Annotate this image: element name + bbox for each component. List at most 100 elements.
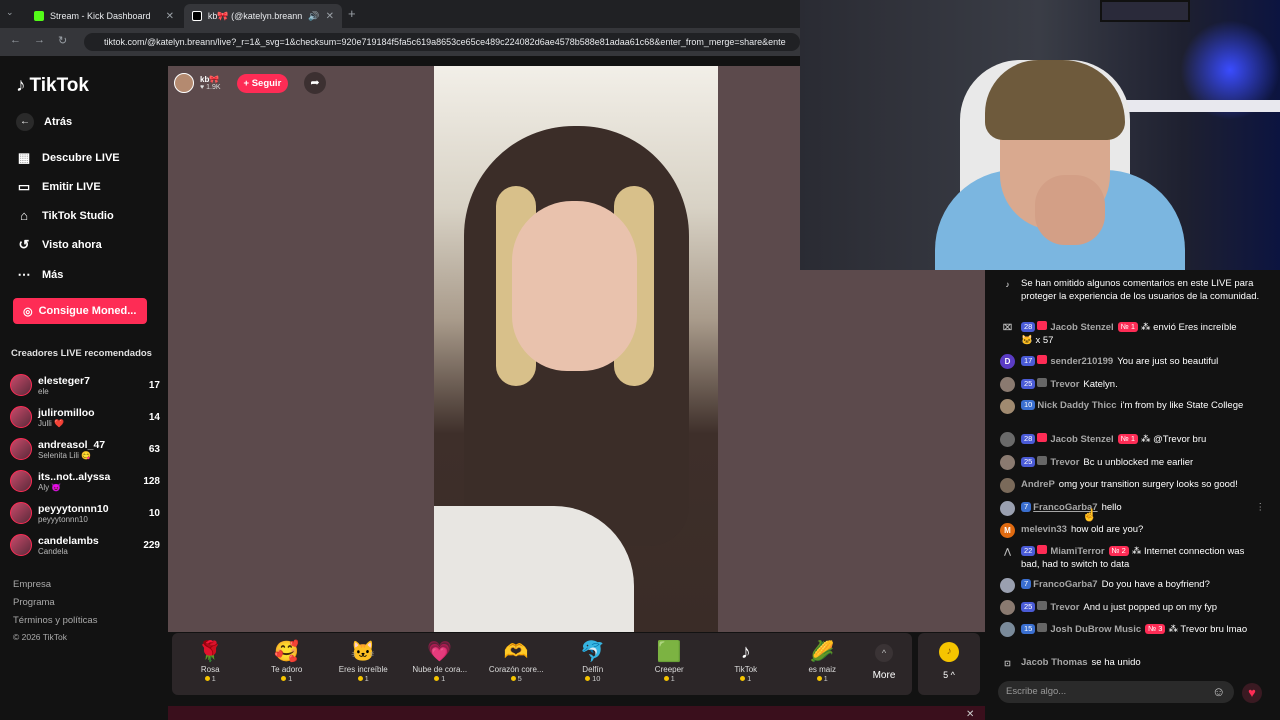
reload-icon[interactable]: ↻	[58, 34, 67, 47]
chat-text: se ha unido	[1091, 657, 1141, 668]
dolphin-icon: 🐬	[580, 641, 606, 663]
gift-name: Rosa	[200, 665, 220, 674]
forward-arrow-icon[interactable]: →	[34, 34, 45, 46]
creator-name: andreasol_47	[38, 438, 106, 451]
user-level-badge: 28	[1021, 322, 1036, 332]
tab-close-icon[interactable]: ✕	[166, 11, 174, 22]
tab-close-icon[interactable]: ✕	[326, 11, 334, 22]
chat-message[interactable]: 15 Josh DuBrow Music № 3 ⁂ Trevor bru lmao	[1000, 622, 1265, 637]
host-avatar[interactable]	[174, 73, 194, 93]
chat-message-hovered[interactable]: 7 FrancoGarba7 hello ⋮	[1000, 501, 1266, 516]
chat-message[interactable]: ⌧ 28 Jacob Stenzel № 1 ⁂ envió Eres increíb…	[1000, 321, 1265, 347]
gift-eres-increible[interactable]: 🐱 Eres increíble 1	[325, 639, 402, 683]
chat-message[interactable]: 28 Jacob Stenzel № 1 ⁂ @Trevor bru	[1000, 432, 1265, 447]
chat-username[interactable]: Nick Daddy Thicc	[1037, 400, 1116, 411]
gift-bar: 🌹 Rosa 1 🥰 Te adoro 1 🐱 Eres increíble 1 💗 Nube…	[172, 633, 912, 695]
recommended-creator[interactable]: juliromilloo Julli ❤️ 14	[10, 403, 160, 431]
new-tab-icon[interactable]: +	[348, 6, 356, 21]
live-video[interactable]	[434, 66, 718, 632]
chat-username[interactable]: Trevor	[1050, 379, 1079, 390]
tab-search-icon[interactable]: ⌄	[6, 7, 14, 18]
recommended-creator[interactable]: its..not..alyssa Aly 😈 128	[10, 467, 160, 495]
gift-es-maiz[interactable]: 🌽 es maiz 1	[784, 639, 861, 683]
chat-message[interactable]: D 17 sender210199 You are just so beautifu…	[1000, 354, 1265, 369]
emoji-icon[interactable]: ☺	[1212, 684, 1225, 699]
avatar	[1000, 432, 1015, 447]
chat-input[interactable]: Escribe algo...	[998, 681, 1234, 703]
chat-username[interactable]: sender210199	[1050, 356, 1113, 367]
chat-message[interactable]: 10 Nick Daddy Thicc i'm from by like State…	[1000, 399, 1265, 414]
url-bar[interactable]: tiktok.com/@katelyn.breann/live?_r=1&_sv…	[84, 33, 800, 51]
footer-link-terminos[interactable]: Términos y políticas	[13, 615, 97, 626]
coin-balance-button[interactable]: ♪ 5 ^	[918, 633, 980, 695]
tab-kick-dashboard[interactable]: Stream - Kick Dashboard ✕	[26, 4, 182, 28]
footer-link-empresa[interactable]: Empresa	[13, 579, 51, 590]
chat-message[interactable]: AndreP omg your transition surgery looks …	[1000, 478, 1265, 493]
viewer-count: 63	[148, 443, 160, 455]
chat-message[interactable]: M melevin33 how old are you?	[1000, 523, 1265, 538]
user-level-badge: 25	[1021, 457, 1036, 467]
gift-price: 1	[172, 674, 249, 683]
heart-cloud-icon: 💗	[427, 641, 453, 663]
more-options-icon[interactable]: ⋮	[1256, 502, 1266, 515]
chat-username[interactable]: Josh DuBrow Music	[1050, 624, 1141, 635]
chat-username[interactable]: Jacob Stenzel	[1050, 322, 1113, 333]
chat-username[interactable]: Trevor	[1050, 457, 1079, 468]
share-icon[interactable]: ➦	[304, 72, 326, 94]
gift-delfin[interactable]: 🐬 Delfín 10	[555, 639, 632, 683]
gift-price: 1	[784, 674, 861, 683]
back-arrow-icon[interactable]: ←	[10, 34, 21, 46]
recommended-creator[interactable]: elesteger7 ele 17	[10, 371, 160, 399]
more-gifts-button[interactable]: ^ More	[860, 640, 908, 681]
recommended-creator[interactable]: andreasol_47 Selenita Lili 😋 63	[10, 435, 160, 463]
chat-username[interactable]: FrancoGarba7	[1033, 579, 1097, 590]
user-level-badge: 25	[1021, 379, 1036, 389]
join-icon: ⊡	[1004, 659, 1011, 668]
speaker-icon[interactable]: 🔊	[308, 11, 319, 22]
avatar	[1000, 600, 1015, 615]
sidebar-item-mas[interactable]: ⋯ Más	[16, 267, 64, 283]
tab-tiktok-live[interactable]: kb🎀 (@katelyn.breann) es 🔊 ✕	[184, 4, 342, 28]
chat-username[interactable]: AndreP	[1021, 479, 1055, 490]
corn-icon: 🌽	[809, 641, 835, 663]
sidebar-item-emitir-live[interactable]: ▭ Emitir LIVE	[16, 179, 101, 195]
gift-rosa[interactable]: 🌹 Rosa 1	[172, 639, 249, 683]
recommended-creator[interactable]: peyyytonnn10 peyyytonnn10 10	[10, 499, 160, 527]
footer-link-programa[interactable]: Programa	[13, 597, 55, 608]
finger-heart-icon: 🫶	[503, 641, 529, 663]
chat-message[interactable]: ⋀ 22 MiamiTerror № 2 ⁂ Internet connection …	[1000, 545, 1265, 571]
chat-username[interactable]: MiamiTerror	[1050, 546, 1104, 557]
follow-button[interactable]: + Seguir	[236, 73, 289, 93]
gift-creeper[interactable]: 🟩 Creeper 1	[631, 639, 708, 683]
close-icon[interactable]: ✕	[966, 709, 974, 720]
tiktok-logo[interactable]: ♪ TikTok	[16, 75, 89, 97]
sidebar-item-visto-ahora[interactable]: ↺ Visto ahora	[16, 237, 102, 253]
chat-message[interactable]: 25 Trevor Katelyn.	[1000, 377, 1265, 392]
chat-username[interactable]: melevin33	[1021, 524, 1067, 535]
chat-text: hello	[1101, 502, 1122, 513]
chat-message[interactable]: 25 Trevor Bc u unblocked me earlier	[1000, 455, 1265, 470]
sidebar-item-tiktok-studio[interactable]: ⌂ TikTok Studio	[16, 208, 114, 223]
recommended-creator[interactable]: candelambs Candela 229	[10, 531, 160, 559]
gift-tiktok[interactable]: ♪ TikTok 1	[708, 639, 785, 683]
chat-username[interactable]: Jacob Stenzel	[1050, 434, 1113, 445]
chat-message[interactable]: 25 Trevor And u just popped up on my fyp	[1000, 600, 1265, 615]
host-likes: ♥ 1.9K	[200, 84, 221, 91]
host-info[interactable]: kb🎀 ♥ 1.9K + Seguir	[174, 72, 289, 94]
get-coins-button[interactable]: ◎ Consigue Moned...	[13, 298, 147, 324]
gift-nube-de-corazones[interactable]: 💗 Nube de cora... 1	[402, 639, 479, 683]
like-heart-icon[interactable]: ♥	[1242, 683, 1262, 703]
back-button[interactable]: ← Atrás	[16, 113, 72, 131]
sidebar-item-descubre-live[interactable]: ▦ Descubre LIVE	[16, 150, 120, 166]
chat-username[interactable]: Trevor	[1050, 602, 1079, 613]
creator-name: its..not..alyssa	[38, 470, 111, 483]
gift-te-adoro[interactable]: 🥰 Te adoro 1	[249, 639, 326, 683]
chat-username[interactable]: Jacob Thomas	[1021, 657, 1088, 668]
chat-message[interactable]: 7 FrancoGarba7 Do you have a boyfriend?	[1000, 578, 1265, 593]
gift-corazon-coreano[interactable]: 🫶 Corazón core... 5	[478, 639, 555, 683]
fan-badge-icon	[1037, 433, 1048, 442]
gift-price: 5	[478, 674, 555, 683]
avatar	[1000, 578, 1015, 593]
gift-name: Nube de cora...	[412, 665, 468, 674]
chat-text: You are just so beautiful	[1117, 356, 1219, 367]
